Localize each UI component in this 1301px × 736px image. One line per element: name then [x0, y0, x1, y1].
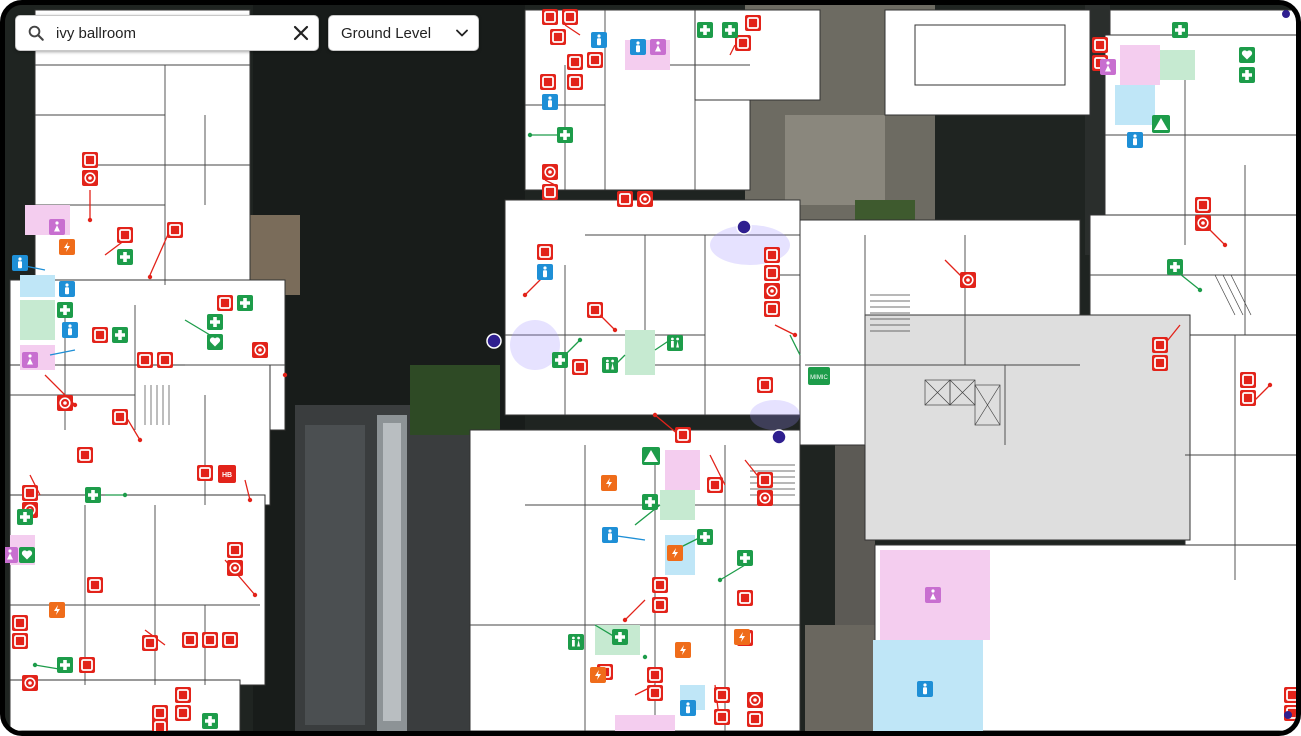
- search-bar: [15, 15, 319, 51]
- chevron-down-icon: [456, 27, 468, 39]
- app-frame: MIMIC HB Ground Level: [0, 0, 1301, 736]
- floor-plan-map[interactable]: MIMIC HB: [5, 5, 1296, 731]
- level-select-value: Ground Level: [341, 24, 432, 42]
- level-select[interactable]: Ground Level: [328, 15, 479, 51]
- mimic-label: MIMIC: [810, 375, 828, 381]
- search-icon[interactable]: [20, 15, 52, 51]
- hb-label: HB: [222, 472, 232, 479]
- close-icon[interactable]: [284, 16, 318, 50]
- search-input[interactable]: [52, 24, 284, 42]
